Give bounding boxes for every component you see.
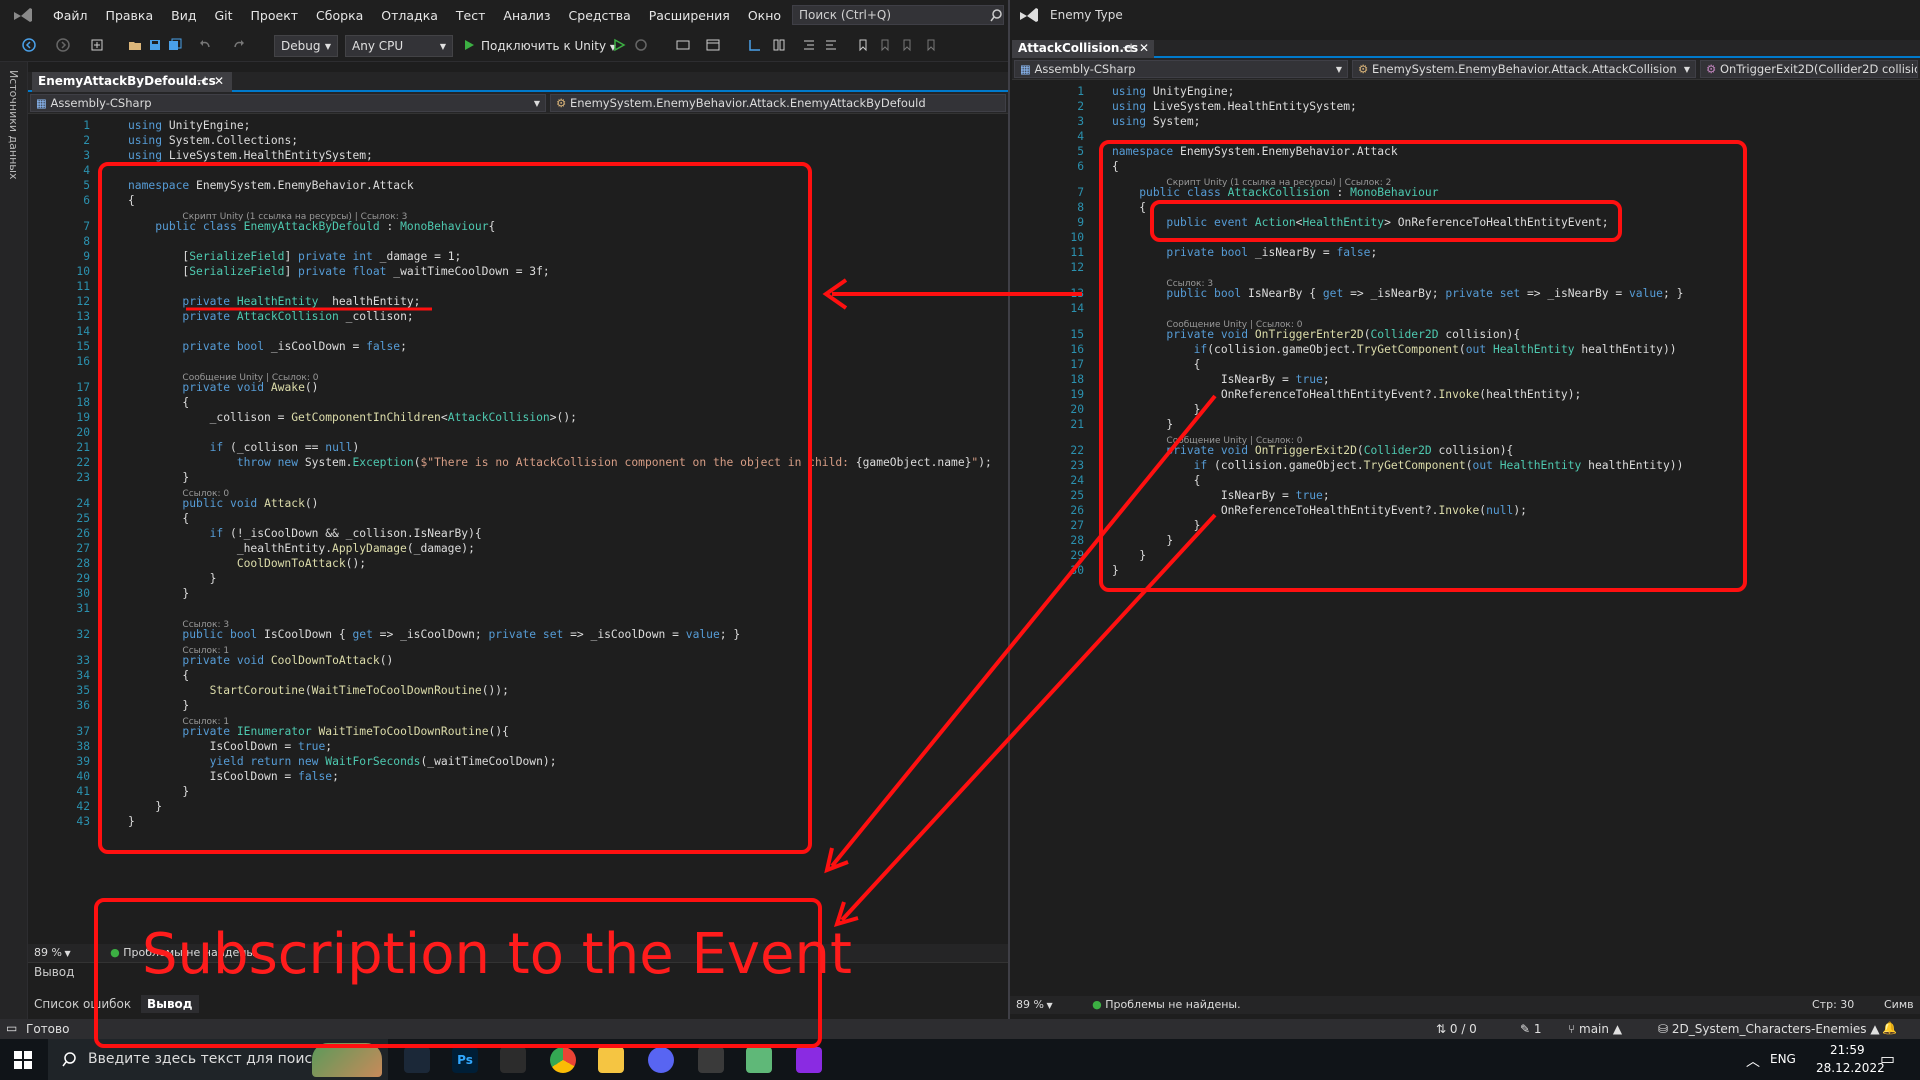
arrow-from-exit [840,513,1217,922]
annotation-arrows [186,278,1217,927]
arrow-from-enter [830,394,1217,868]
